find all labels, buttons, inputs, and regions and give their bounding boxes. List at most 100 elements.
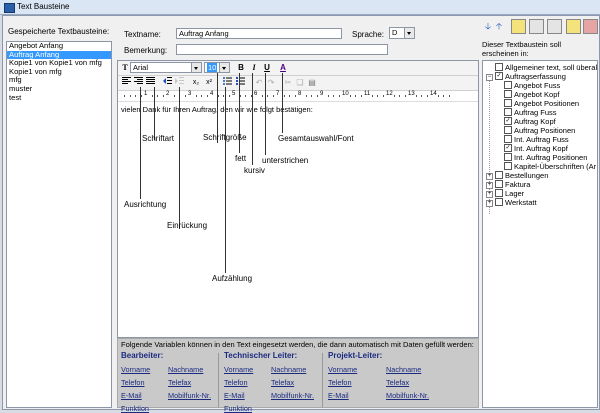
expand-toggle[interactable]: + (486, 191, 493, 198)
tree-item[interactable]: Angebot Fuss (504, 81, 560, 90)
checkbox[interactable] (504, 108, 512, 117)
checkbox[interactable] (495, 189, 503, 198)
checkbox[interactable] (504, 99, 512, 108)
align-right-icon[interactable] (133, 77, 143, 88)
indent-decrease-icon[interactable] (162, 77, 172, 88)
tree-item[interactable]: Auftrag Positionen (504, 126, 575, 135)
expand-toggle[interactable]: + (486, 173, 493, 180)
collapse-icon[interactable] (547, 19, 562, 34)
variable-link[interactable]: Telefon (224, 378, 248, 387)
tree-label: Angebot Positionen (514, 99, 580, 108)
variable-link[interactable]: Telefon (121, 378, 145, 387)
variable-link[interactable]: Vorname (224, 365, 253, 374)
tree-item[interactable]: Int. Auftrag Fuss (504, 135, 569, 144)
checkbox[interactable] (504, 135, 512, 144)
tree-item[interactable]: Kapitel-Überschriften (Ar (504, 162, 596, 171)
variable-link[interactable]: Nachname (271, 365, 306, 374)
list-item[interactable]: test (7, 94, 111, 103)
list-item[interactable]: Kopie1 von Kopie1 von mfg (7, 59, 111, 68)
tree-item[interactable]: Auftrag Fuss (504, 108, 557, 117)
variable-link[interactable]: Nachname (168, 365, 203, 374)
bullet-list-icon[interactable] (222, 77, 232, 88)
variable-link[interactable]: Mobilfunk-Nr. (168, 391, 211, 400)
checkbox[interactable] (504, 126, 512, 135)
variable-link[interactable]: Mobilfunk-Nr. (271, 391, 314, 400)
bold-button[interactable]: B (236, 62, 246, 73)
tree-item[interactable]: Angebot Kopf (504, 90, 559, 99)
underline-button[interactable]: U (262, 62, 272, 73)
variable-link[interactable]: Mobilfunk-Nr. (386, 391, 429, 400)
tree-item[interactable]: ✓ Auftragserfassung (495, 72, 566, 81)
save-icon[interactable] (566, 19, 581, 34)
list-item[interactable]: Auftrag Anfang (7, 50, 111, 60)
module-tree[interactable]: Allgemeiner text, soll überal − ✓ Auftrag… (482, 60, 598, 408)
checkbox[interactable]: ✓ (504, 117, 512, 126)
subscript-button[interactable]: x₂ (191, 77, 201, 88)
chevron-down-icon[interactable] (404, 28, 414, 38)
fontcolor-button[interactable]: A (278, 62, 288, 73)
variable-link[interactable]: E-Mail (328, 391, 349, 400)
textname-input[interactable]: Auftrag Anfang (176, 28, 342, 39)
tree-item[interactable]: Werkstatt (495, 198, 537, 207)
variable-link[interactable]: E-Mail (224, 391, 245, 400)
fontsize-select[interactable]: 10 (204, 62, 230, 73)
checkbox[interactable] (495, 171, 503, 180)
checkbox[interactable]: ✓ (504, 144, 512, 153)
superscript-button[interactable]: x² (204, 77, 214, 88)
variable-link[interactable]: Telefax (168, 378, 191, 387)
variable-link[interactable]: Telefon (328, 378, 352, 387)
tree-item[interactable]: ✓ Auftrag Kopf (504, 117, 556, 126)
expand-toggle[interactable]: + (486, 200, 493, 207)
list-item[interactable]: mfg (7, 76, 111, 85)
delete-icon[interactable] (583, 19, 598, 34)
saved-textblocks-list[interactable]: Angebot Anfang Auftrag Anfang Kopie1 von… (6, 41, 112, 408)
checkbox[interactable] (504, 90, 512, 99)
checkbox[interactable] (495, 198, 503, 207)
variables-header: Folgende Variablen können in den Text ei… (121, 340, 474, 349)
variable-link[interactable]: Telefax (271, 378, 294, 387)
undo-icon[interactable]: ↶ (254, 77, 264, 88)
font-select[interactable]: Arial (130, 62, 202, 73)
checkbox[interactable] (504, 153, 512, 162)
tree-item[interactable]: ✓ Int. Auftrag Kopf (504, 144, 568, 153)
italic-button[interactable]: I (249, 62, 259, 73)
tree-item[interactable]: Int. Auftrag Positionen (504, 153, 587, 162)
tree-item[interactable]: Lager (495, 189, 524, 198)
list-item[interactable]: Angebot Anfang (7, 42, 111, 51)
chevron-down-icon[interactable] (191, 63, 201, 72)
collapse-toggle[interactable]: − (486, 74, 493, 81)
bemerkung-input[interactable] (176, 44, 388, 55)
list-item[interactable]: Kopie1 von mfg (7, 68, 111, 77)
tree-item[interactable]: Bestellungen (495, 171, 548, 180)
checkbox[interactable] (495, 63, 503, 72)
cut-icon[interactable]: ✂ (283, 77, 293, 88)
variable-link[interactable]: Nachname (386, 365, 421, 374)
variable-link[interactable]: Funktion (121, 404, 149, 413)
rich-text-editor[interactable]: T Arial 10 B I U A x₂ x² ↶ ↷ ✂ ❏ ▤ 1 2 3… (117, 60, 479, 338)
expand-toggle[interactable]: + (486, 182, 493, 189)
copy-icon[interactable]: ❏ (295, 77, 305, 88)
tree-item[interactable]: Allgemeiner text, soll überal (495, 63, 597, 72)
sprache-select[interactable]: D (389, 27, 415, 39)
arrow-down-icon[interactable]: 🡣 (484, 20, 492, 32)
checkbox[interactable] (504, 162, 512, 171)
checkbox[interactable] (504, 81, 512, 90)
checkbox[interactable]: ✓ (495, 72, 503, 81)
variable-link[interactable]: Vorname (121, 365, 150, 374)
redo-icon[interactable]: ↷ (266, 77, 276, 88)
tree-item[interactable]: Angebot Positionen (504, 99, 579, 108)
checkbox[interactable] (495, 180, 503, 189)
variable-link[interactable]: Vorname (328, 365, 357, 374)
uncheck-all-icon[interactable] (529, 19, 544, 34)
variable-link[interactable]: Funktion (224, 404, 252, 413)
tree-item[interactable]: Faktura (495, 180, 530, 189)
list-item[interactable]: muster (7, 85, 111, 94)
check-all-icon[interactable] (511, 19, 526, 34)
chevron-down-icon[interactable] (219, 63, 229, 72)
variable-link[interactable]: Telefax (386, 378, 409, 387)
align-left-icon[interactable] (121, 77, 131, 88)
paste-icon[interactable]: ▤ (307, 77, 317, 88)
arrow-up-icon[interactable]: 🡡 (495, 20, 503, 32)
variable-link[interactable]: E-Mail (121, 391, 142, 400)
numbered-list-icon[interactable] (235, 77, 245, 88)
